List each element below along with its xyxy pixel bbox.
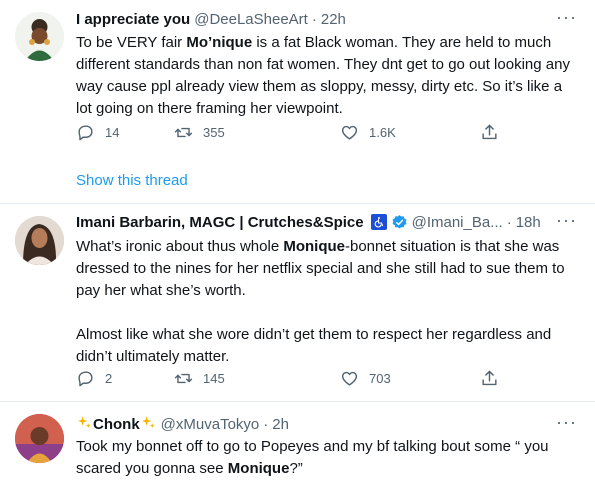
display-name[interactable]: Chonk xyxy=(93,416,140,433)
retweet-count: 355 xyxy=(203,125,225,140)
avatar[interactable] xyxy=(15,216,64,265)
separator: · xyxy=(263,415,269,433)
paragraph: Almost like what she wore didn’t get the… xyxy=(76,326,552,365)
tweet-text: What’s ironic about thus whole Monique-b… xyxy=(76,236,581,368)
more-options-icon[interactable]: ··· xyxy=(556,413,577,431)
display-name[interactable]: Imani Barbarin, MAGC | Crutches&Spice xyxy=(76,214,364,231)
like-count: 1.6K xyxy=(369,125,396,140)
user-handle[interactable]: @DeeLaSheeArt xyxy=(194,11,308,28)
like-button[interactable]: 703 xyxy=(340,369,391,388)
tweet[interactable]: Imani Barbarin, MAGC | Crutches&Spice @I… xyxy=(0,203,595,401)
show-thread-link[interactable]: Show this thread xyxy=(76,172,188,189)
avatar[interactable] xyxy=(15,12,64,61)
paragraph: What’s ironic about thus whole Monique-b… xyxy=(76,236,581,302)
share-button[interactable] xyxy=(480,369,499,388)
verified-icon xyxy=(391,214,408,231)
retweet-icon xyxy=(174,127,193,138)
wheelchair-icon xyxy=(370,214,387,230)
retweet-count: 145 xyxy=(203,371,225,386)
reply-button[interactable]: 14 xyxy=(76,123,119,142)
text-highlight: Monique xyxy=(283,238,345,255)
action-bar: 2 145 703 xyxy=(76,369,516,391)
like-icon xyxy=(341,371,358,386)
reply-count: 2 xyxy=(105,371,113,386)
text-segment: ?” xyxy=(289,460,303,477)
share-icon xyxy=(482,370,497,386)
text-segment: What’s ironic about thus whole xyxy=(76,238,284,255)
retweet-icon xyxy=(174,373,193,384)
more-options-icon[interactable]: ··· xyxy=(556,211,577,229)
tweet-text: Took my bonnet off to go to Popeyes and … xyxy=(76,436,581,480)
text-highlight: Mo’nique xyxy=(186,34,253,51)
tweet[interactable]: I appreciate you @DeeLaSheeArt · 22h ···… xyxy=(0,0,595,203)
reply-icon xyxy=(78,371,93,387)
user-handle[interactable]: @Imani_Ba... xyxy=(412,214,503,231)
separator: · xyxy=(311,10,317,28)
tweet-header: Chonk @xMuvaTokyo · 2h ··· xyxy=(76,413,585,435)
avatar[interactable] xyxy=(15,414,64,463)
text-segment: To be VERY fair xyxy=(76,34,187,51)
share-button[interactable] xyxy=(480,123,499,142)
tweet-header: I appreciate you @DeeLaSheeArt · 22h ··· xyxy=(76,8,585,30)
share-icon xyxy=(482,124,497,140)
retweet-button[interactable]: 355 xyxy=(174,123,225,142)
reply-count: 14 xyxy=(105,125,120,140)
separator: · xyxy=(506,213,512,231)
action-bar: 14 355 1.6K xyxy=(76,123,516,145)
display-name[interactable]: I appreciate you xyxy=(76,11,190,28)
text-segment: Took my bonnet off to go to Popeyes and … xyxy=(76,438,549,477)
timestamp[interactable]: 22h xyxy=(321,11,346,28)
reply-button[interactable]: 2 xyxy=(76,369,112,388)
user-handle[interactable]: @xMuvaTokyo xyxy=(161,416,260,433)
more-options-icon[interactable]: ··· xyxy=(556,8,577,26)
timestamp[interactable]: 18h xyxy=(516,214,541,231)
timestamp[interactable]: 2h xyxy=(272,416,289,433)
like-icon xyxy=(341,125,358,140)
tweet[interactable]: Chonk @xMuvaTokyo · 2h ··· Took my bonne… xyxy=(0,401,595,488)
sparkles-icon xyxy=(141,415,156,434)
text-highlight: Monique xyxy=(227,460,290,477)
sparkles-icon xyxy=(77,415,92,434)
like-count: 703 xyxy=(369,371,391,386)
tweet-text: To be VERY fair Mo’nique is a fat Black … xyxy=(76,32,581,120)
reply-icon xyxy=(78,125,93,141)
like-button[interactable]: 1.6K xyxy=(340,123,396,142)
retweet-button[interactable]: 145 xyxy=(174,369,225,388)
tweet-header: Imani Barbarin, MAGC | Crutches&Spice @I… xyxy=(76,211,585,233)
